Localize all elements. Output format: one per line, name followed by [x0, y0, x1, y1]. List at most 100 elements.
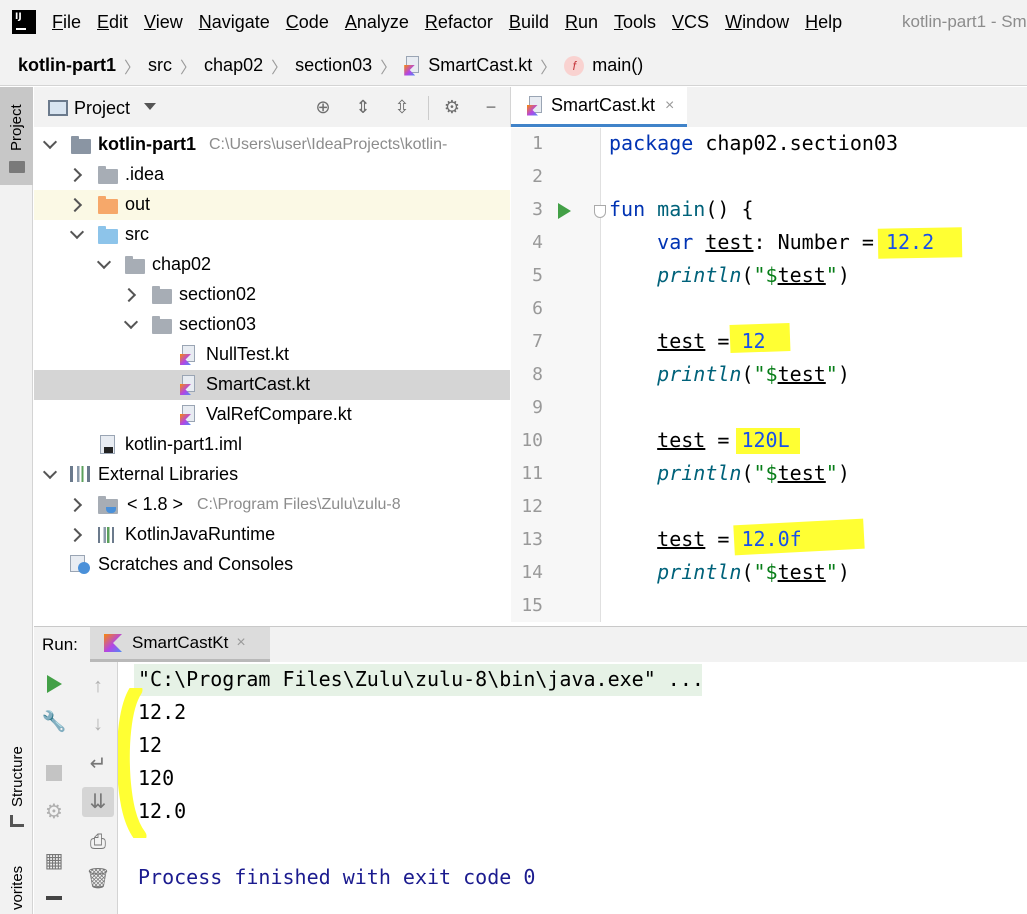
wrench-icon[interactable]: 🔧: [41, 709, 67, 735]
tree-item-label: src: [125, 224, 149, 244]
breadcrumb-separator-icon: 〉: [180, 59, 197, 77]
code-line-1: package chap02.section03: [609, 131, 898, 155]
close-icon[interactable]: ×: [236, 634, 245, 652]
tree-item-valrefcompare[interactable]: ValRefCompare.kt: [34, 400, 510, 430]
close-icon[interactable]: ×: [665, 97, 674, 115]
structure-icon: [10, 815, 24, 827]
chevron-right-icon[interactable]: [67, 167, 83, 183]
menu-build[interactable]: Build: [509, 12, 549, 33]
soft-wrap-icon[interactable]: ↵: [85, 751, 111, 777]
tree-item-section03[interactable]: section03: [34, 310, 510, 340]
code-line-8: println("$test"): [657, 362, 850, 386]
favorites-tool-tab[interactable]: vorites: [0, 860, 33, 914]
tree-item-external-libraries[interactable]: External Libraries: [34, 460, 510, 490]
tree-item-idea[interactable]: .idea: [34, 160, 510, 190]
line-number: 12: [521, 496, 543, 517]
intellij-logo-icon[interactable]: IJ: [12, 10, 36, 34]
menu-navigate[interactable]: Navigate: [199, 12, 270, 33]
kotlin-file-icon: [404, 55, 422, 76]
chevron-right-icon[interactable]: [67, 197, 83, 213]
chevron-right-icon[interactable]: [121, 287, 137, 303]
tree-item-scratches[interactable]: Scratches and Consoles: [34, 550, 510, 580]
tree-item-chap02[interactable]: chap02: [34, 250, 510, 280]
run-main-icon[interactable]: [558, 203, 571, 219]
package-icon: [152, 286, 172, 304]
menu-code[interactable]: Code: [286, 12, 329, 33]
menu-edit[interactable]: Edit: [97, 12, 128, 33]
scroll-to-end-icon: ⇊: [89, 791, 107, 813]
arrow-up-icon[interactable]: ↑: [85, 673, 111, 699]
menu-tools[interactable]: Tools: [614, 12, 656, 33]
locate-icon[interactable]: ⊕: [312, 96, 334, 118]
restore-layout-icon[interactable]: ⚙: [41, 799, 67, 825]
tree-item-label: section02: [179, 284, 257, 304]
expand-all-icon[interactable]: ⇕: [352, 96, 374, 118]
menu-run[interactable]: Run: [565, 12, 598, 33]
tree-item-path: C:\Program Files\Zulu\zulu-8: [197, 496, 401, 513]
tree-item-kotlinjavaruntime[interactable]: KotlinJavaRuntime: [34, 520, 510, 550]
print-icon[interactable]: ⎙: [85, 829, 111, 855]
rerun-icon[interactable]: [47, 675, 62, 693]
fold-icon[interactable]: [594, 205, 606, 218]
trash-icon[interactable]: 🗑: [85, 866, 111, 892]
breadcrumb-project[interactable]: kotlin-part1: [18, 55, 116, 76]
console-finish-line: Process finished with exit code 0: [138, 865, 536, 889]
console-output-line: 120: [138, 766, 175, 790]
folder-icon: [9, 161, 25, 173]
collapse-all-icon[interactable]: ⇳: [391, 96, 413, 118]
tree-item-kotlin-part1[interactable]: kotlin-part1 C:\Users\user\IdeaProjects\…: [34, 130, 510, 160]
line-number: 9: [532, 397, 543, 418]
breadcrumb-chap02[interactable]: chap02: [204, 55, 263, 76]
chevron-down-icon[interactable]: [42, 464, 58, 480]
structure-tool-tab-label: Structure: [9, 746, 26, 807]
menu-window[interactable]: Window: [725, 12, 789, 33]
gear-icon[interactable]: ⚙: [441, 96, 463, 118]
run-toolbar-primary: [34, 662, 76, 914]
line-number: 10: [521, 430, 543, 451]
tree-item-src[interactable]: src: [34, 220, 510, 250]
chevron-down-icon[interactable]: [123, 314, 139, 330]
chevron-down-icon[interactable]: [69, 224, 85, 240]
hide-panel-icon[interactable]: −: [480, 96, 502, 118]
chevron-down-icon[interactable]: [144, 103, 156, 110]
tree-item-out[interactable]: out: [34, 190, 510, 220]
project-panel-title[interactable]: Project: [74, 98, 130, 119]
kotlin-file-icon: [527, 95, 545, 116]
menu-view[interactable]: View: [144, 12, 183, 33]
layout-icon[interactable]: ▦: [41, 848, 67, 874]
pin-icon[interactable]: [46, 896, 62, 914]
project-view-icon: [48, 100, 68, 116]
code-line-13: test = 12.0f: [657, 527, 802, 551]
menu-vcs[interactable]: VCS: [672, 12, 709, 33]
tree-item-label: section03: [179, 314, 257, 334]
tree-item-smartcast[interactable]: SmartCast.kt: [34, 370, 510, 400]
tree-item-section02[interactable]: section02: [34, 280, 510, 310]
breadcrumb-section03[interactable]: section03: [295, 55, 372, 76]
breadcrumb-separator-icon: 〉: [124, 59, 141, 77]
editor-tab-smartcast[interactable]: SmartCast.kt ×: [511, 87, 687, 127]
menu-file[interactable]: File: [52, 12, 81, 33]
line-number: 6: [532, 298, 543, 319]
breadcrumb-function[interactable]: f main(): [564, 55, 643, 76]
arrow-down-icon[interactable]: ↓: [85, 711, 111, 737]
project-tool-tab[interactable]: Project: [0, 87, 33, 185]
line-number: 1: [532, 133, 543, 154]
tree-item-jdk[interactable]: < 1.8 > C:\Program Files\Zulu\zulu-8: [34, 490, 510, 520]
structure-tool-tab[interactable]: Structure: [0, 735, 33, 835]
console-command: "C:\Program Files\Zulu\zulu-8\bin\java.e…: [138, 667, 704, 691]
tree-item-iml[interactable]: kotlin-part1.iml: [34, 430, 510, 460]
line-number: 14: [521, 562, 543, 583]
chevron-right-icon[interactable]: [67, 497, 83, 513]
breadcrumb-src[interactable]: src: [148, 55, 172, 76]
kotlin-file-icon: [180, 345, 198, 365]
tree-item-nulltest[interactable]: NullTest.kt: [34, 340, 510, 370]
run-tab-smartcastkt[interactable]: SmartCastKt ×: [90, 627, 270, 662]
chevron-down-icon[interactable]: [96, 254, 112, 270]
chevron-right-icon[interactable]: [67, 527, 83, 543]
menu-refactor[interactable]: Refactor: [425, 12, 493, 33]
chevron-down-icon[interactable]: [42, 134, 58, 150]
breadcrumb-file[interactable]: SmartCast.kt: [404, 55, 532, 76]
menu-analyze[interactable]: Analyze: [345, 12, 409, 33]
stop-icon[interactable]: [46, 765, 62, 781]
menu-help[interactable]: Help: [805, 12, 842, 33]
